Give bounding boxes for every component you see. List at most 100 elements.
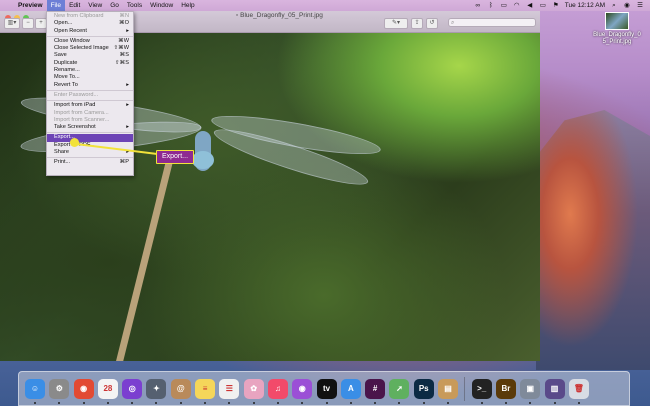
dock-podcasts-icon[interactable]: ◉ [292,378,313,404]
menu-item-shortcut: ⌘O [119,20,129,27]
dock-downloads-icon[interactable]: ▥ [544,378,565,404]
running-indicator [374,401,377,404]
menu-view[interactable]: View [84,0,106,11]
wallpaper-mountain [536,110,650,370]
airplay-icon[interactable]: ▭ [500,2,508,9]
spotlight-search-icon[interactable]: ⌕ [610,2,618,9]
file-menu-item-save[interactable]: Save ⌘S [47,52,133,59]
desktop-file-name: Blue_Dragonfly_0 5_Print.jpg [593,32,641,45]
file-menu-item-move-to[interactable]: Move To... [47,74,133,81]
menu-window[interactable]: Window [146,0,177,11]
dock-separator [464,376,466,401]
dock-photos-icon[interactable]: ✿ [243,378,264,404]
running-indicator [349,401,352,404]
dock-slack-icon[interactable]: # [365,378,386,404]
dock-trash-icon[interactable]: 🗑 [568,378,589,404]
dock-image-capture-icon[interactable]: ▣ [520,378,541,404]
running-indicator [204,401,207,404]
flag-icon[interactable]: ⚑ [552,2,560,9]
search-icon: ⌕ [451,20,455,26]
dock-calendar-icon[interactable]: 28 [97,378,118,404]
sidebar-toggle-button[interactable]: ▥▾ [4,18,20,29]
menu-item-label: Rename... [54,67,80,74]
menu-item-label: Import from Scanner... [54,116,110,123]
dock-app-store-icon[interactable]: A [340,378,361,404]
menu-separator [47,89,133,91]
desktop-file-icon[interactable]: Blue_Dragonfly_0 5_Print.jpg [592,12,642,46]
submenu-arrow-icon: ▸ [126,102,129,109]
running-indicator [276,401,279,404]
zoom-out-button[interactable]: − [22,18,34,29]
menu-item-label: New from Clipboard [54,13,104,19]
file-menu-dropdown: New from Clipboard ⌘N Open... ⌘O Open Recent… [46,11,134,176]
file-menu-item-revert-to[interactable]: Revert To ▸ [47,82,133,89]
share-button[interactable]: ⇪ [411,18,423,29]
window-title-text: Blue_Dragonfly_05_Print.jpg [240,12,323,19]
file-menu-item-duplicate[interactable]: Duplicate ⇧⌘S [47,60,133,67]
dock-photoshop-icon[interactable]: Ps [413,378,434,404]
menu-item-label: Print... [54,159,71,166]
menu-item-label: Open Recent [54,27,87,34]
menu-help[interactable]: Help [177,0,198,11]
menu-item-label: Take Screenshot [54,124,96,131]
window-title: ▫ Blue_Dragonfly_05_Print.jpg [236,12,323,19]
wifi-icon[interactable]: ◠ [513,2,521,9]
menu-item-label: Move To... [54,74,80,81]
running-indicator [252,401,255,404]
plant-stem [112,152,175,361]
file-menu-item-export[interactable]: Export... [47,134,133,142]
dock-system-preferences-icon[interactable]: ⚙ [49,378,70,404]
submenu-arrow-icon: ▸ [126,81,129,88]
menu-item-label: Open... [54,20,73,27]
volume-icon[interactable]: ◀ [526,2,534,9]
menu-separator [47,100,133,102]
file-menu-item-share[interactable]: Share ▸ [47,149,133,156]
file-menu-item-import-from-camera: Import from Camera... [47,110,133,117]
menu-item-label: Duplicate [54,59,78,66]
menu-app-name[interactable]: Preview [14,0,47,11]
dock-maps-icon[interactable]: ➚ [389,378,410,404]
menu-item-label: Share [54,149,69,156]
file-menu-item-print[interactable]: Print... ⌘P [47,159,133,166]
file-menu-item-enter-password: Enter Password... [47,92,133,99]
file-menu-item-open[interactable]: Open... ⌘O [47,20,133,27]
running-indicator [422,401,425,404]
file-menu-item-import-from-ipad[interactable]: Import from iPad ▸ [47,102,133,109]
clock[interactable]: Tue 12:12 AM [565,2,605,9]
menu-item-label: Save [54,52,67,59]
creative-cloud-icon[interactable]: ∞ [474,2,482,9]
file-menu-item-take-screenshot[interactable]: Take Screenshot ▸ [47,124,133,131]
rotate-button[interactable]: ↺ [426,18,438,29]
running-indicator [398,401,401,404]
running-indicator [34,401,36,404]
bluetooth-icon[interactable]: ᛒ [487,2,495,9]
dock-preview-icon[interactable]: ▤ [438,378,459,404]
dock-notes-icon[interactable]: ≡ [195,378,216,404]
battery-icon[interactable]: ▭ [539,2,547,9]
dock-finder-icon[interactable]: ☺ [25,378,45,404]
dock-reminders-icon[interactable]: ☰ [219,378,240,404]
dock-chrome-icon[interactable]: ◉ [73,378,94,404]
menu-file[interactable]: File [46,0,66,11]
dock-launchpad-icon[interactable]: ✦ [146,378,167,404]
dock-siri-icon[interactable]: ◎ [122,378,143,404]
dock: ☺ ⚙ ◉ 28 ◎ ✦ @ ≡ ☰ ✿ ♫ ◉ tv A # ➚ Ps ▤ >_ Br ▣ ▥ 🗑 [18,371,630,406]
dock-music-icon[interactable]: ♫ [267,378,288,404]
menu-tools[interactable]: Tools [123,0,146,11]
dock-bridge-icon[interactable]: Br [495,378,516,404]
menu-bar: Preview File Edit View Go Tools Window H… [0,0,650,11]
callout-pointer-dot [70,138,79,147]
markup-toolbar-button[interactable]: ✎▾ [384,18,408,29]
file-menu-item-rename[interactable]: Rename... [47,67,133,74]
notification-center-icon[interactable]: ☰ [636,2,644,9]
dock-contacts-icon[interactable]: @ [170,378,191,404]
dragonfly-head [192,151,214,169]
siri-icon[interactable]: ◉ [623,2,631,9]
menu-go[interactable]: Go [106,0,123,11]
dock-apple-tv-icon[interactable]: tv [316,378,337,404]
search-field[interactable]: ⌕ [448,18,536,27]
dock-terminal-icon[interactable]: >_ [471,378,492,404]
menu-edit[interactable]: Edit [65,0,84,11]
submenu-arrow-icon: ▸ [126,124,129,131]
file-menu-item-open-recent[interactable]: Open Recent ▸ [47,28,133,35]
